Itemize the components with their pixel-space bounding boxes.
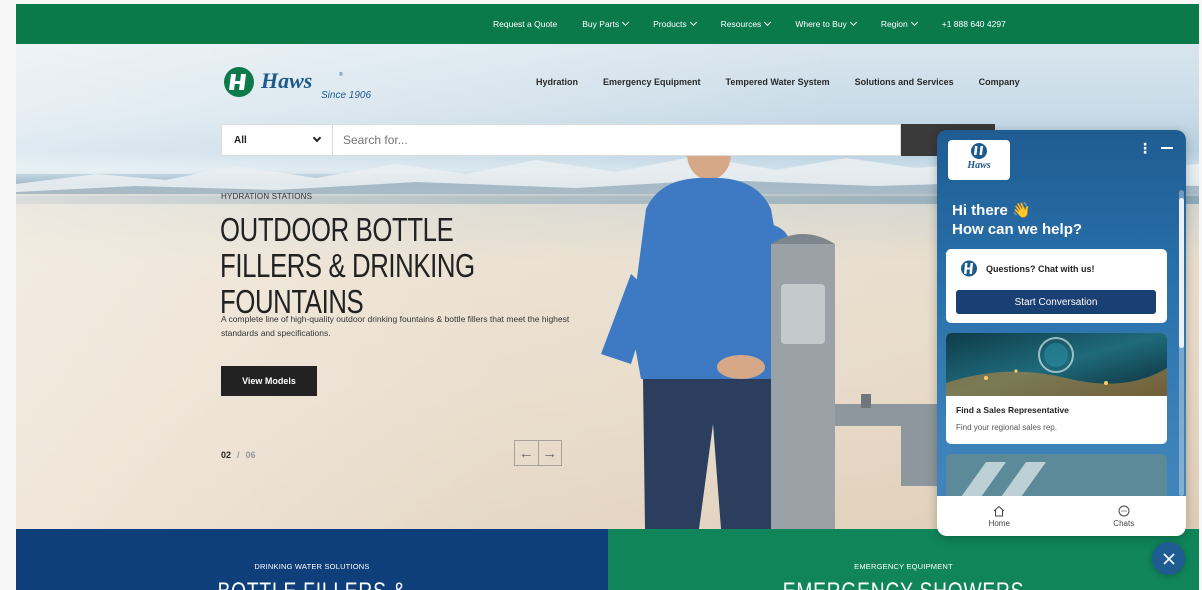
chat-bubble-icon — [1118, 505, 1130, 516]
sales-rep-image — [946, 333, 1167, 396]
buy-parts-menu[interactable]: Buy Parts — [582, 18, 630, 29]
search-bar: All S — [221, 124, 995, 156]
products-menu[interactable]: Products — [653, 18, 697, 29]
chevron-down-icon — [849, 18, 857, 26]
region-menu[interactable]: Region — [881, 18, 918, 29]
since-tagline: Since 1906 — [321, 90, 372, 101]
chevron-down-icon — [689, 18, 697, 26]
nav-emergency-equipment[interactable]: Emergency Equipment — [603, 77, 701, 87]
nav-hydration[interactable]: Hydration — [536, 77, 578, 87]
hero-headline: OUTDOOR BOTTLE FILLERS & DRINKING FOUNTA… — [220, 211, 475, 320]
home-icon — [993, 505, 1005, 516]
tile-title: BOTTLE FILLERS & — [75, 578, 549, 590]
next-arrow-icon[interactable]: → — [537, 441, 562, 465]
chat-footer: Home Chats — [937, 496, 1186, 536]
chevron-down-icon — [764, 18, 772, 26]
chevron-down-icon — [622, 18, 630, 26]
chat-menu-icon[interactable]: ⋮ — [1138, 140, 1152, 157]
nav-company[interactable]: Company — [979, 77, 1020, 87]
chat-greeting: Hi there 👋 — [952, 202, 1031, 219]
haws-mark-icon — [961, 260, 977, 277]
chat-chats-tab[interactable]: Chats — [1062, 496, 1187, 536]
main-nav: Hydration Emergency Equipment Tempered W… — [536, 77, 1045, 87]
slider-arrows: ← → — [514, 440, 562, 466]
search-category-select[interactable]: All — [221, 124, 333, 156]
chat-subtitle: How can we help? — [952, 221, 1083, 238]
view-models-button[interactable]: View Models — [221, 366, 317, 396]
tile-eyebrow: EMERGENCY EQUIPMENT — [854, 562, 953, 571]
sales-rep-card[interactable]: Find a Sales Representative Find your re… — [946, 333, 1167, 444]
close-icon — [1162, 552, 1175, 565]
svg-text:Haws: Haws — [260, 68, 312, 93]
drinking-water-solutions-tile[interactable]: DRINKING WATER SOLUTIONS BOTTLE FILLERS … — [16, 529, 608, 590]
chat-questions-label: Questions? Chat with us! — [986, 264, 1095, 274]
bottle-filler-fountain-image — [771, 234, 945, 529]
where-to-buy-menu[interactable]: Where to Buy — [795, 18, 857, 29]
nav-solutions-and-services[interactable]: Solutions and Services — [855, 77, 954, 87]
chat-scrollbar[interactable] — [1179, 190, 1184, 496]
tile-title: EMERGENCY SHOWERS — [667, 578, 1140, 590]
nav-tempered-water-system[interactable]: Tempered Water System — [726, 77, 830, 87]
start-conversation-button[interactable]: Start Conversation — [956, 290, 1156, 314]
utility-links: Request a Quote Buy Parts Products Resou… — [493, 4, 1031, 44]
phone-link[interactable]: +1 888 640 4297 — [942, 19, 1006, 29]
search-input[interactable] — [333, 124, 901, 156]
slide-counter: 02/06 — [221, 450, 256, 460]
chat-home-tab[interactable]: Home — [937, 496, 1062, 536]
chevron-down-icon — [312, 133, 322, 143]
resources-menu[interactable]: Resources — [721, 18, 772, 29]
sales-rep-title: Find a Sales Representative — [956, 405, 1069, 415]
chat-minimize-icon[interactable] — [1161, 147, 1173, 149]
request-quote-link[interactable]: Request a Quote — [493, 19, 557, 29]
utility-bar: Request a Quote Buy Parts Products Resou… — [16, 4, 1199, 44]
sales-rep-subtitle: Find your regional sales rep. — [956, 423, 1057, 432]
wave-icon: 👋 — [1012, 202, 1031, 219]
chat-start-card: Questions? Chat with us! Start Conversat… — [946, 249, 1167, 323]
prev-arrow-icon[interactable]: ← — [515, 441, 538, 465]
chat-close-button[interactable] — [1152, 542, 1185, 575]
hero-description: A complete line of high-quality outdoor … — [221, 314, 570, 338]
svg-text:Haws: Haws — [966, 160, 990, 171]
tile-eyebrow: DRINKING WATER SOLUTIONS — [254, 562, 370, 571]
emergency-equipment-tile[interactable]: EMERGENCY EQUIPMENT EMERGENCY SHOWERS — [608, 529, 1199, 590]
hero-eyebrow: HYDRATION STATIONS — [221, 192, 313, 201]
svg-text:®: ® — [339, 71, 343, 78]
chat-haws-logo: Haws — [948, 140, 1010, 180]
chevron-down-icon — [910, 18, 918, 26]
chat-widget: Haws ⋮ Hi there 👋 How can we help? Quest… — [937, 130, 1186, 536]
